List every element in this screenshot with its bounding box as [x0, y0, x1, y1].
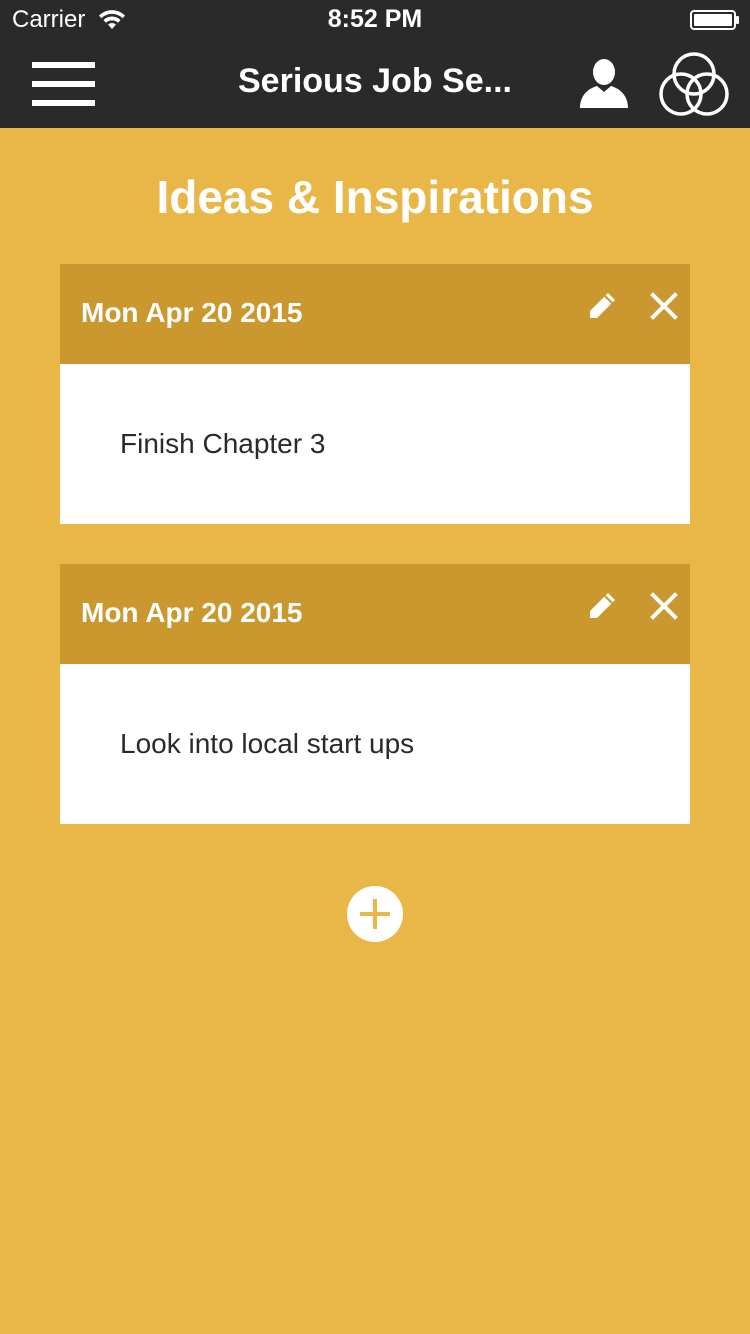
note-card-body[interactable]: Look into local start ups: [60, 664, 690, 824]
hamburger-menu-icon[interactable]: [32, 60, 96, 108]
note-card: Mon Apr 20 2015 Finish Chapter 3: [60, 264, 690, 524]
menu-line: [32, 62, 95, 68]
close-icon[interactable]: [650, 592, 678, 620]
note-card-header: Mon Apr 20 2015: [60, 264, 690, 364]
battery-icon: [690, 10, 739, 30]
note-text: Finish Chapter 3: [120, 428, 326, 459]
note-card-header: Mon Apr 20 2015: [60, 564, 690, 664]
note-date: Mon Apr 20 2015: [81, 297, 303, 328]
close-icon[interactable]: [650, 292, 678, 320]
add-note-button[interactable]: [347, 886, 403, 942]
status-time: 8:52 PM: [327, 5, 423, 33]
note-card: Mon Apr 20 2015 Look into local start up…: [60, 564, 690, 824]
status-bar: Carrier 8:52 PM: [0, 0, 750, 40]
note-text: Look into local start ups: [120, 728, 415, 759]
menu-line: [32, 81, 95, 87]
user-icon[interactable]: [578, 58, 630, 110]
interlocking-circles-icon[interactable]: [658, 50, 730, 118]
page-title: Ideas & Inspirations: [156, 171, 594, 223]
nav-bar: Serious Job Se...: [0, 40, 750, 128]
menu-line: [32, 100, 95, 106]
app-title: Serious Job Se...: [238, 62, 512, 100]
pencil-icon[interactable]: [586, 290, 618, 322]
pencil-icon[interactable]: [586, 590, 618, 622]
note-card-body[interactable]: Finish Chapter 3: [60, 364, 690, 524]
note-date: Mon Apr 20 2015: [81, 597, 303, 628]
